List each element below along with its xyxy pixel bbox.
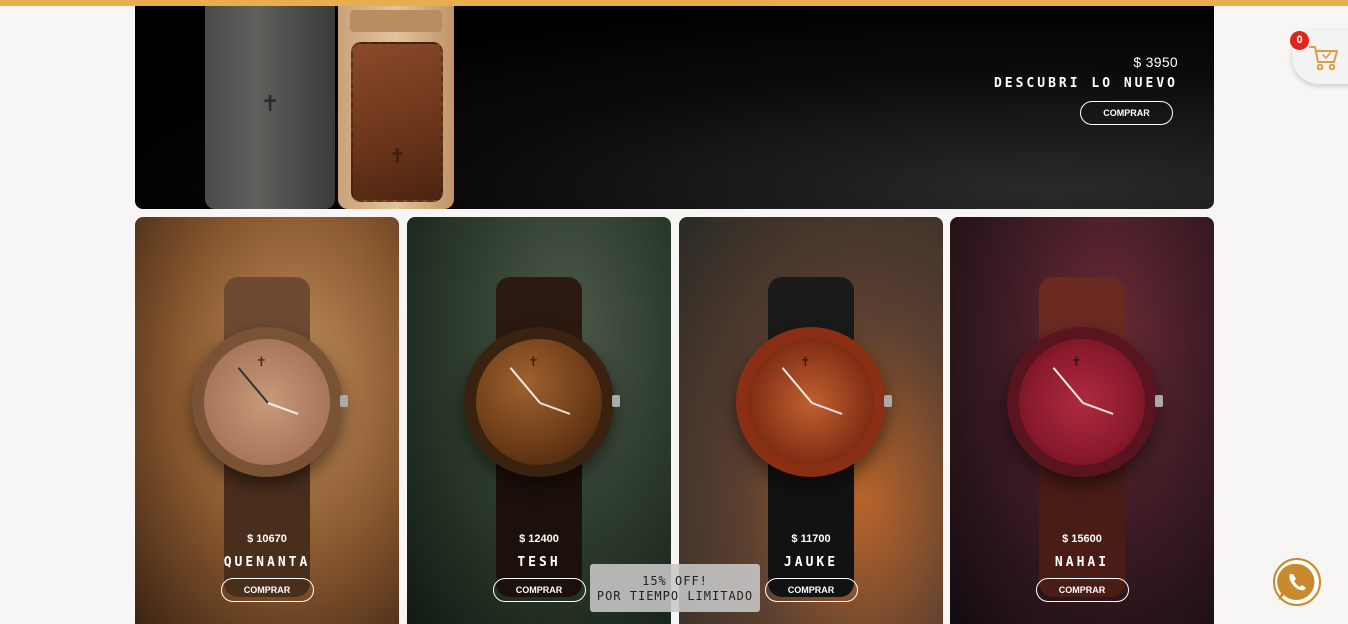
- product-card-nahai[interactable]: ✝ $ 15600 NAHAI COMPRAR: [950, 217, 1214, 624]
- promo-line-2: POR TIEMPO LIMITADO: [596, 589, 754, 603]
- whatsapp-icon: [1273, 558, 1321, 606]
- hero-info: $ 3950 DESCUBRI LO NUEVO COMPRAR: [994, 54, 1178, 125]
- product-price: $ 11700: [791, 533, 831, 545]
- brand-logo-icon: ✝: [261, 92, 280, 117]
- watch-image: ✝: [1007, 327, 1163, 477]
- buy-button[interactable]: COMPRAR: [220, 578, 314, 602]
- product-price: $ 12400: [519, 533, 559, 545]
- hero-banner: ✝ ✝ $ 3950 DESCUBRI LO NUEVO COMPRAR: [135, 6, 1214, 209]
- brand-logo-icon: ✝: [389, 144, 406, 168]
- hero-price: $ 3950: [1133, 54, 1178, 70]
- product-info: $ 10670 QUENANTA COMPRAR: [135, 533, 399, 602]
- product-price: $ 15600: [1062, 533, 1102, 545]
- shopping-cart-icon: [1309, 46, 1338, 71]
- product-name: NAHAI: [1054, 555, 1110, 570]
- hero-buy-button[interactable]: COMPRAR: [1080, 101, 1173, 125]
- buy-button[interactable]: COMPRAR: [492, 578, 586, 602]
- cart-count-badge: 0: [1290, 31, 1309, 50]
- buy-button[interactable]: COMPRAR: [1035, 578, 1129, 602]
- watch-image: ✝: [464, 327, 620, 477]
- gray-watch-case-image: ✝: [205, 6, 335, 209]
- brand-logo-icon: ✝: [800, 355, 811, 370]
- watch-image: ✝: [192, 327, 348, 477]
- brand-logo-icon: ✝: [256, 355, 267, 370]
- whatsapp-button[interactable]: [1272, 557, 1322, 607]
- watch-crown: [1155, 395, 1163, 407]
- brand-logo-icon: ✝: [1071, 355, 1082, 370]
- watch-crown: [612, 395, 620, 407]
- product-name: QUENANTA: [223, 555, 311, 570]
- promo-line-1: 15% OFF!: [642, 574, 708, 588]
- product-card-quenanta[interactable]: ✝ $ 10670 QUENANTA COMPRAR: [135, 217, 399, 624]
- product-info: $ 15600 NAHAI COMPRAR: [950, 533, 1214, 602]
- buy-button[interactable]: COMPRAR: [764, 578, 858, 602]
- product-card-tesh[interactable]: ✝ $ 12400 TESH COMPRAR: [407, 217, 671, 624]
- leather-insert: ✝: [351, 42, 443, 202]
- product-grid: ✝ $ 10670 QUENANTA COMPRAR ✝ $ 12400 TES…: [135, 217, 1214, 624]
- watch-image: ✝: [736, 327, 892, 477]
- watch-crown: [884, 395, 892, 407]
- wood-watch-case-image: ✝: [338, 6, 454, 209]
- product-card-jauke[interactable]: ✝ $ 11700 JAUKE COMPRAR: [679, 217, 943, 624]
- promo-banner[interactable]: 15% OFF! POR TIEMPO LIMITADO: [590, 564, 760, 612]
- watch-crown: [340, 395, 348, 407]
- product-price: $ 10670: [247, 533, 287, 545]
- case-slot: [350, 10, 442, 32]
- brand-logo-icon: ✝: [528, 355, 539, 370]
- hero-title: DESCUBRI LO NUEVO: [993, 76, 1178, 91]
